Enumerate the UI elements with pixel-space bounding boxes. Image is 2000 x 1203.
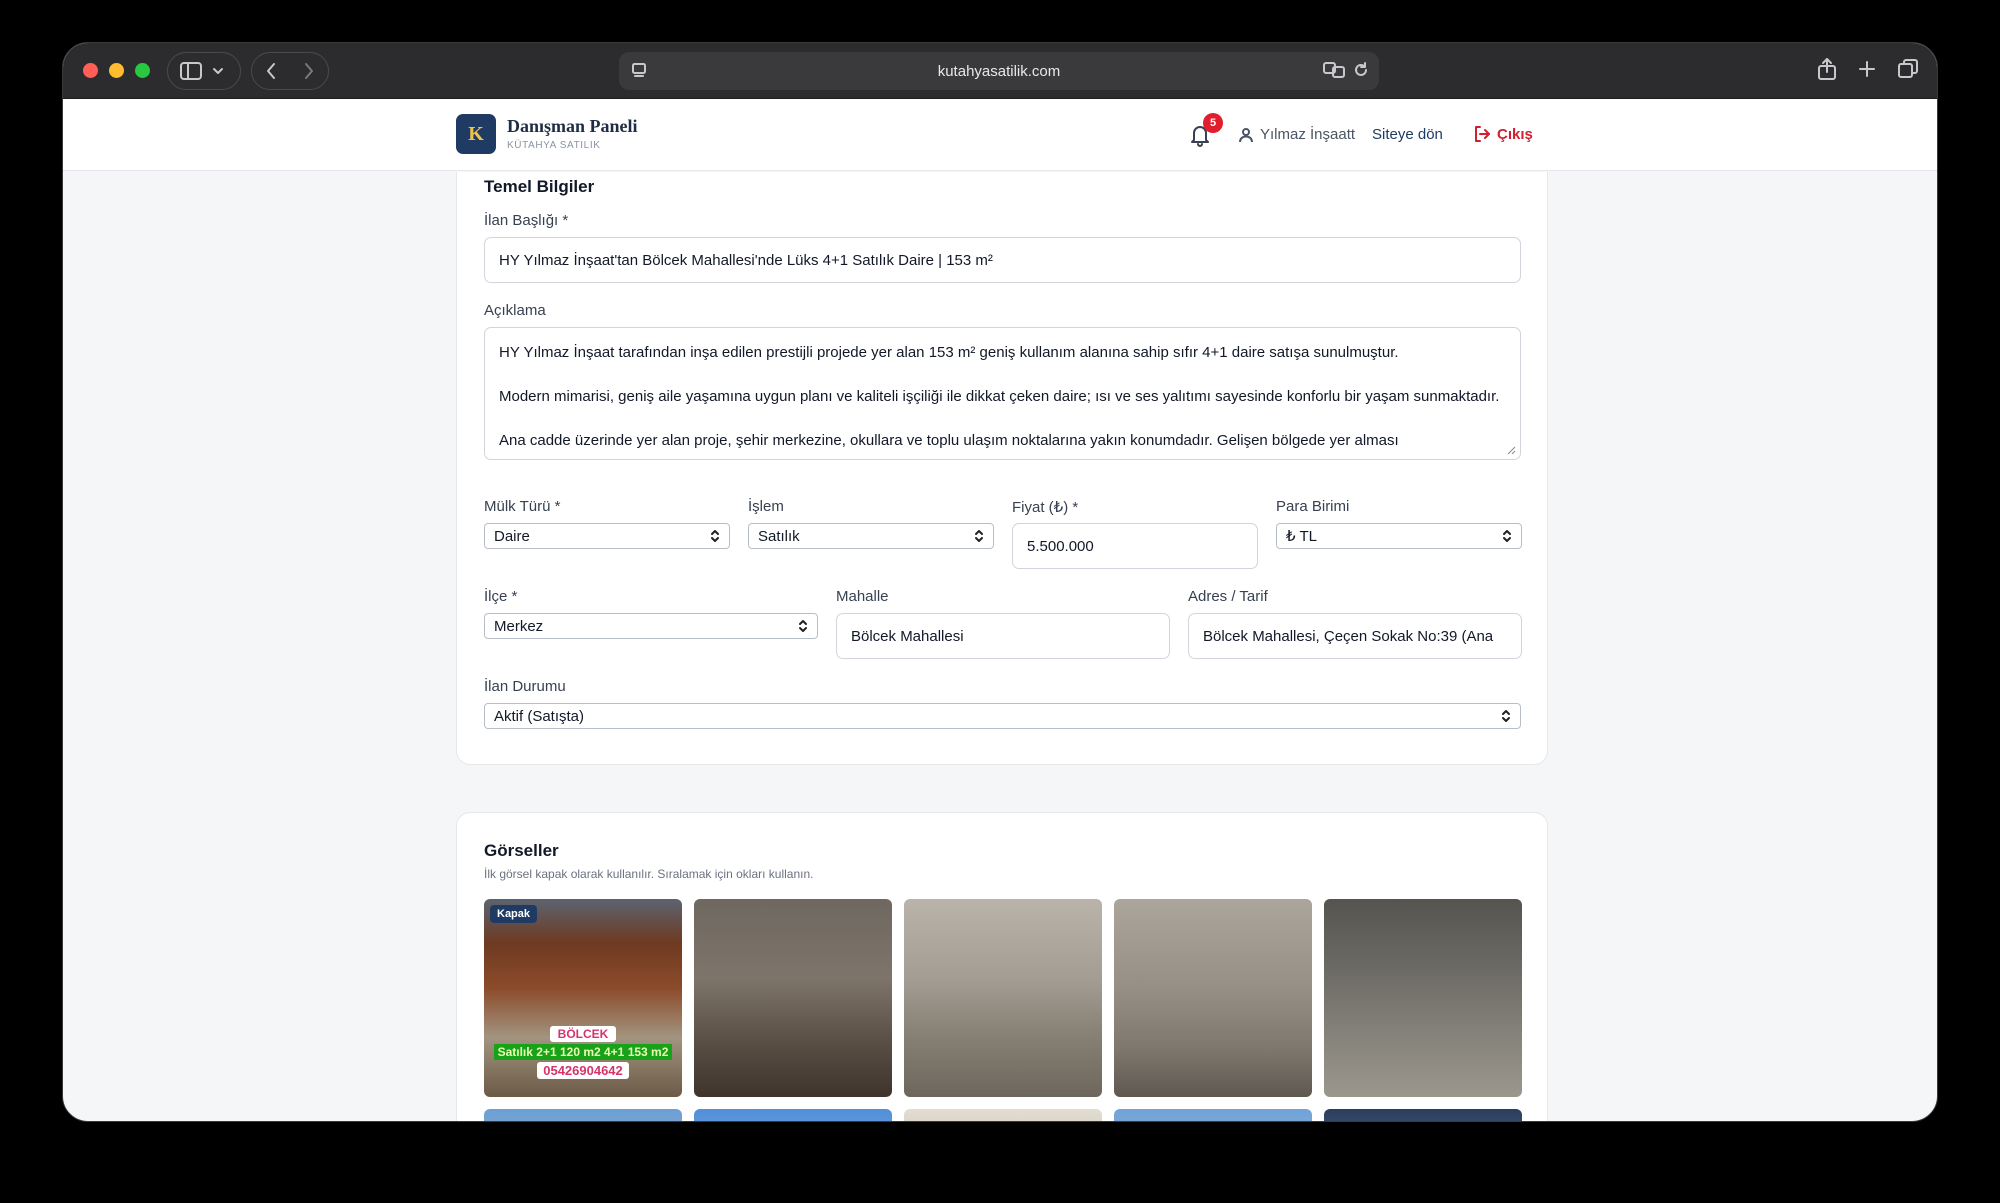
chevron-updown-icon (798, 619, 808, 633)
resize-handle-icon[interactable] (1506, 445, 1516, 455)
back-to-site-link[interactable]: Siteye dön (1372, 126, 1443, 143)
district-value: Merkez (494, 617, 544, 635)
basic-info-title: Temel Bilgiler (484, 177, 595, 196)
images-title: Görseller (484, 841, 559, 860)
brand-title: Danışman Paneli (507, 116, 638, 136)
description-label: Açıklama (484, 302, 546, 319)
property-type-select[interactable]: Daire (484, 523, 730, 549)
sidebar-icon[interactable] (180, 62, 202, 80)
browser-window: kutahyasatilik.com K Danışman Paneli KÜT… (62, 42, 1938, 1122)
listing-status-value: Aktif (Satışta) (494, 707, 585, 725)
images-hint: İlk görsel kapak olarak kullanılır. Sıra… (484, 867, 814, 881)
district-select[interactable]: Merkez (484, 613, 818, 639)
listing-title-input[interactable]: HY Yılmaz İnşaat'tan Bölcek Mahallesi'nd… (484, 237, 1521, 283)
neighborhood-input[interactable]: Bölcek Mahallesi (836, 613, 1170, 659)
page-content: Temel Bilgiler İlan Başlığı * HY Yılmaz … (63, 172, 1937, 1121)
close-window-button[interactable] (83, 63, 98, 78)
cover-overlay-name: BÖLCEK (484, 1026, 682, 1042)
basic-info-card: Temel Bilgiler İlan Başlığı * HY Yılmaz … (456, 172, 1548, 765)
chevron-updown-icon (710, 529, 720, 543)
image-thumbnail[interactable] (904, 899, 1102, 1097)
image-thumbnail[interactable] (694, 1109, 892, 1121)
image-thumbnail[interactable] (1114, 899, 1312, 1097)
new-tab-icon[interactable] (1857, 57, 1877, 81)
currency-select[interactable]: ₺ TL (1276, 523, 1522, 549)
image-thumbnail[interactable] (1324, 899, 1522, 1097)
district-label: İlçe * (484, 588, 518, 605)
reload-icon[interactable] (1353, 62, 1369, 78)
image-thumbnail-cover[interactable]: Kapak BÖLCEK Satılık 2+1 120 m2 4+1 153 … (484, 899, 682, 1097)
cover-overlay-phone-text: 05426904642 (537, 1062, 629, 1079)
chevron-updown-icon (1502, 529, 1512, 543)
address-bar[interactable]: kutahyasatilik.com (619, 52, 1379, 90)
site-header: K Danışman Paneli KÜTAHYA SATILIK 5 Yılm… (63, 99, 1937, 171)
transaction-value: Satılık (758, 527, 800, 545)
logout-icon (1475, 126, 1490, 142)
logout-button[interactable]: Çıkış (1473, 125, 1533, 143)
price-input[interactable]: 5.500.000 (1012, 523, 1258, 569)
property-type-value: Daire (494, 527, 530, 545)
listing-title-label: İlan Başlığı * (484, 212, 569, 229)
neighborhood-label: Mahalle (836, 588, 889, 605)
brand-logo[interactable]: K (456, 114, 496, 154)
price-label: Fiyat (₺) * (1012, 499, 1079, 516)
cover-badge: Kapak (490, 905, 538, 923)
page-menu-icon[interactable] (631, 62, 647, 78)
address-input[interactable]: Bölcek Mahallesi, Çeçen Sokak No:39 (Ana (1188, 613, 1522, 659)
image-thumbnail[interactable] (904, 1109, 1102, 1121)
cover-overlay-phone: 05426904642 (484, 1062, 682, 1079)
user-icon (1239, 127, 1253, 142)
sidebar-toggle-group (167, 52, 241, 90)
description-paragraph: Ana cadde üzerinde yer alan proje, şehir… (499, 432, 1399, 449)
navigation-group (251, 52, 329, 90)
cover-overlay-offer: Satılık 2+1 120 m2 4+1 153 m2 (484, 1044, 682, 1060)
description-textarea[interactable]: HY Yılmaz İnşaat tarafından inşa edilen … (484, 327, 1521, 460)
currency-value: ₺ TL (1286, 528, 1317, 545)
notification-count-badge: 5 (1203, 113, 1223, 133)
forward-arrow-icon[interactable] (303, 62, 315, 80)
logout-label: Çıkış (1497, 125, 1533, 143)
cover-overlay-name-text: BÖLCEK (549, 1026, 617, 1042)
back-arrow-icon[interactable] (265, 62, 277, 80)
translate-icon[interactable] (1323, 61, 1345, 79)
tab-overview-icon[interactable] (1897, 57, 1919, 81)
chevron-updown-icon (974, 529, 984, 543)
browser-actions (1817, 57, 1919, 81)
transaction-label: İşlem (748, 498, 784, 515)
transaction-select[interactable]: Satılık (748, 523, 994, 549)
address-label: Adres / Tarif (1188, 588, 1268, 605)
listing-status-select[interactable]: Aktif (Satışta) (484, 703, 1521, 729)
user-name: Yılmaz İnşaatt (1260, 126, 1356, 143)
property-type-label: Mülk Türü * (484, 498, 561, 515)
image-thumbnail[interactable] (1114, 1109, 1312, 1121)
chevron-updown-icon (1501, 709, 1511, 723)
image-thumbnail[interactable] (484, 1109, 682, 1121)
currency-label: Para Birimi (1276, 498, 1350, 515)
user-menu[interactable]: Yılmaz İnşaatt (1238, 126, 1355, 143)
description-paragraph: Modern mimarisi, geniş aile yaşamına uyg… (499, 388, 1500, 405)
image-thumbnail[interactable] (694, 899, 892, 1097)
chevron-down-icon[interactable] (212, 66, 224, 76)
image-thumbnail[interactable] (1324, 1109, 1522, 1121)
description-paragraph: HY Yılmaz İnşaat tarafından inşa edilen … (499, 344, 1399, 361)
url-text: kutahyasatilik.com (937, 62, 1061, 80)
images-card: Görseller İlk görsel kapak olarak kullan… (456, 812, 1548, 1121)
cover-overlay-offer-text: Satılık 2+1 120 m2 4+1 153 m2 (493, 1044, 673, 1060)
browser-toolbar: kutahyasatilik.com (63, 43, 1937, 99)
minimize-window-button[interactable] (109, 63, 124, 78)
listing-status-label: İlan Durumu (484, 678, 566, 695)
zoom-window-button[interactable] (135, 63, 150, 78)
share-icon[interactable] (1817, 57, 1837, 81)
brand-subtitle: KÜTAHYA SATILIK (507, 140, 601, 151)
